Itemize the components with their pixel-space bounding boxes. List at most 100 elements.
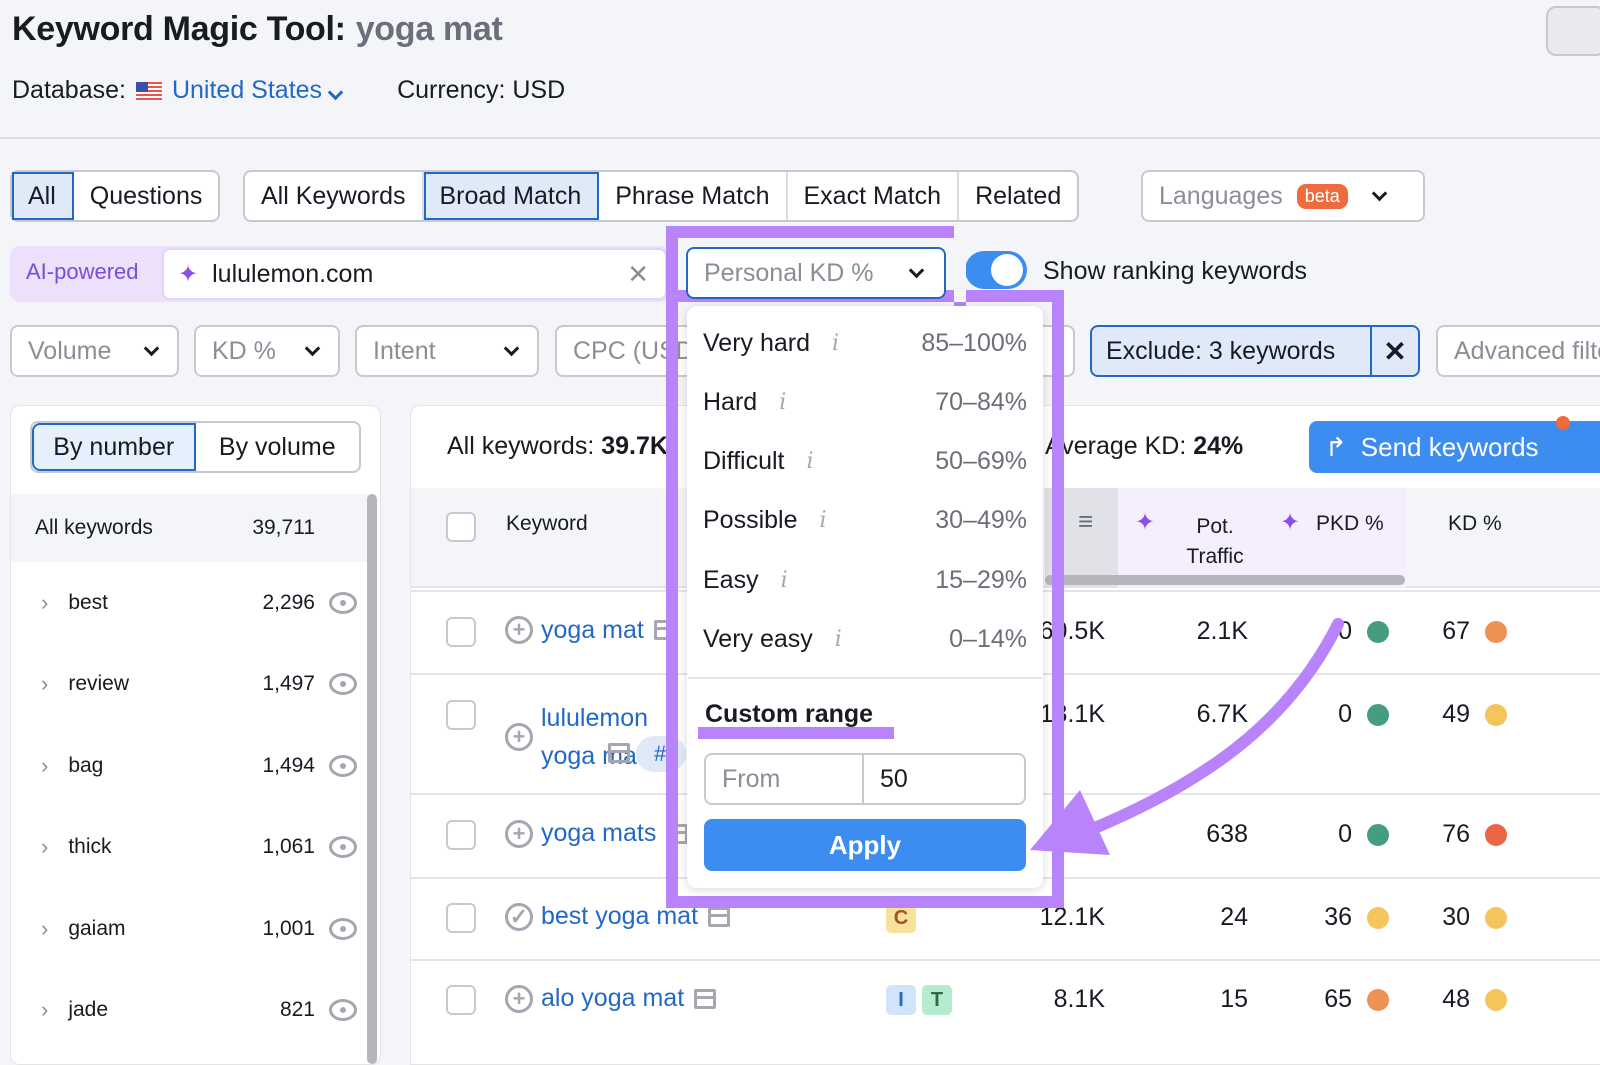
- kd-range-option[interactable]: Easy i 15–29%: [703, 560, 1027, 600]
- eye-icon[interactable]: [329, 591, 357, 614]
- add-circle-icon[interactable]: +: [505, 616, 533, 644]
- row-checkbox[interactable]: [446, 985, 476, 1015]
- group-count: 1,061: [262, 835, 315, 858]
- row-checkbox[interactable]: [446, 903, 476, 933]
- group-item[interactable]: › gaiam 1,001: [11, 888, 369, 969]
- group-all-keywords[interactable]: All keywords 39,711: [11, 494, 369, 562]
- sort-icon[interactable]: ≡: [1078, 506, 1093, 537]
- exclude-filter[interactable]: Exclude: 3 keywords ✕: [1090, 325, 1420, 377]
- tab-exact-match[interactable]: Exact Match: [788, 172, 960, 220]
- group-item[interactable]: › best 2,296: [11, 562, 369, 643]
- tab-broad-match[interactable]: Broad Match: [423, 172, 600, 220]
- tab-related[interactable]: Related: [959, 172, 1077, 220]
- tab-questions[interactable]: Questions: [74, 172, 219, 220]
- group-item[interactable]: › review 1,497: [11, 644, 369, 725]
- group-label: bag: [68, 753, 104, 777]
- remove-exclude-icon[interactable]: ✕: [1372, 335, 1418, 368]
- column-kd[interactable]: KD %: [1448, 512, 1502, 536]
- check-circle-icon[interactable]: ✓: [505, 902, 533, 931]
- group-item[interactable]: › thick 1,061: [11, 807, 369, 888]
- chevron-right-icon[interactable]: ›: [41, 590, 48, 616]
- kd-filter[interactable]: KD %: [194, 325, 340, 377]
- kd-range-option[interactable]: Hard i 70–84%: [703, 382, 1027, 422]
- column-keyword[interactable]: Keyword: [506, 512, 588, 536]
- apply-button[interactable]: Apply: [704, 819, 1026, 871]
- languages-select[interactable]: Languages beta: [1141, 170, 1425, 222]
- kd-range-option[interactable]: Difficult i 50–69%: [703, 442, 1027, 482]
- group-item[interactable]: › jade 821: [11, 970, 369, 1051]
- eye-icon[interactable]: [329, 917, 357, 940]
- column-pot-traffic[interactable]: Pot. Traffic: [1170, 512, 1260, 572]
- intent-letter: T: [930, 988, 944, 1011]
- select-placeholder: Personal KD %: [704, 258, 874, 287]
- intent-badge: I: [886, 985, 916, 1015]
- chevron-right-icon[interactable]: ›: [41, 753, 48, 779]
- row-checkbox[interactable]: [446, 700, 476, 730]
- advanced-filters[interactable]: Advanced filters: [1436, 325, 1600, 377]
- eye-icon[interactable]: [329, 673, 357, 695]
- notification-dot: [1556, 416, 1570, 430]
- keyword-text: yoga mats: [541, 819, 657, 847]
- chevron-right-icon[interactable]: ›: [41, 997, 48, 1023]
- keyword-link[interactable]: + yoga mat: [505, 616, 676, 645]
- intent-badge: T: [922, 985, 952, 1015]
- range-to-input[interactable]: 50: [864, 755, 1024, 803]
- pkd-difficulty-dot: [1367, 704, 1389, 726]
- by-number-button[interactable]: By number: [32, 423, 196, 471]
- tab-all-keywords[interactable]: All Keywords: [245, 172, 424, 220]
- kd-range-option[interactable]: Possible i 30–49%: [703, 501, 1027, 541]
- tab-phrase-match[interactable]: Phrase Match: [599, 172, 788, 220]
- chevron-right-icon[interactable]: ›: [41, 834, 48, 860]
- kd-range-option[interactable]: Very easy i 0–14%: [703, 620, 1027, 660]
- serp-icon[interactable]: [694, 988, 717, 1009]
- group-count: 1,497: [262, 672, 315, 695]
- intent-filter[interactable]: Intent: [355, 325, 539, 377]
- eye-icon[interactable]: [329, 754, 357, 777]
- pot-traffic-value: 24: [1220, 903, 1248, 931]
- database-select[interactable]: United States: [172, 76, 347, 105]
- show-ranking-toggle[interactable]: [965, 251, 1027, 289]
- chevron-right-icon[interactable]: ›: [41, 916, 48, 942]
- intent-letter: I: [898, 988, 904, 1011]
- tab-all[interactable]: All: [12, 172, 74, 220]
- range-from-input[interactable]: From: [706, 755, 864, 803]
- chevron-right-icon[interactable]: ›: [41, 671, 48, 697]
- top-right-button[interactable]: [1546, 6, 1600, 56]
- info-icon[interactable]: i: [807, 449, 814, 474]
- info-icon[interactable]: i: [781, 568, 788, 593]
- all-keywords-summary: All keywords: 39.7K: [447, 432, 668, 461]
- add-circle-icon[interactable]: +: [505, 819, 533, 848]
- add-circle-icon[interactable]: +: [505, 984, 533, 1013]
- option-label: Easy: [703, 565, 759, 594]
- kd-range-option[interactable]: Very hard i 85–100%: [703, 323, 1027, 363]
- sparkle-icon: ✦: [1280, 509, 1301, 536]
- by-volume-button[interactable]: By volume: [196, 423, 360, 471]
- option-range: 70–84%: [935, 387, 1027, 416]
- row-checkbox[interactable]: [446, 616, 476, 647]
- serp-icon[interactable]: [708, 906, 731, 927]
- volume-filter[interactable]: Volume: [10, 325, 179, 377]
- info-icon[interactable]: i: [835, 627, 842, 652]
- serp-icon[interactable]: [608, 743, 630, 763]
- database-row: Database: United States Currency: USD: [12, 76, 565, 105]
- eye-icon[interactable]: [329, 999, 357, 1021]
- groups-scrollbar[interactable]: [367, 494, 377, 1064]
- info-icon[interactable]: i: [820, 508, 827, 533]
- personal-kd-select[interactable]: Personal KD %: [686, 247, 946, 299]
- column-pkd[interactable]: PKD %: [1316, 512, 1384, 536]
- highlight-gap: [954, 226, 966, 302]
- keyword-link[interactable]: + yoga mats: [505, 819, 689, 848]
- keyword-link[interactable]: + alo yoga mat: [505, 984, 717, 1013]
- clear-icon[interactable]: ✕: [627, 259, 649, 290]
- table-horizontal-scrollbar[interactable]: [1045, 575, 1405, 585]
- info-icon[interactable]: i: [832, 331, 839, 356]
- info-icon[interactable]: i: [779, 390, 786, 415]
- send-keywords-button[interactable]: ↱ Send keywords: [1309, 421, 1600, 473]
- domain-input[interactable]: ✦ lululemon.com ✕: [162, 248, 667, 300]
- select-all-checkbox[interactable]: [446, 512, 476, 542]
- group-count: 39,711: [252, 516, 315, 539]
- row-checkbox[interactable]: [446, 820, 476, 850]
- eye-icon[interactable]: [329, 836, 357, 858]
- add-circle-icon[interactable]: +: [505, 723, 533, 751]
- group-item[interactable]: › bag 1,494: [11, 725, 369, 806]
